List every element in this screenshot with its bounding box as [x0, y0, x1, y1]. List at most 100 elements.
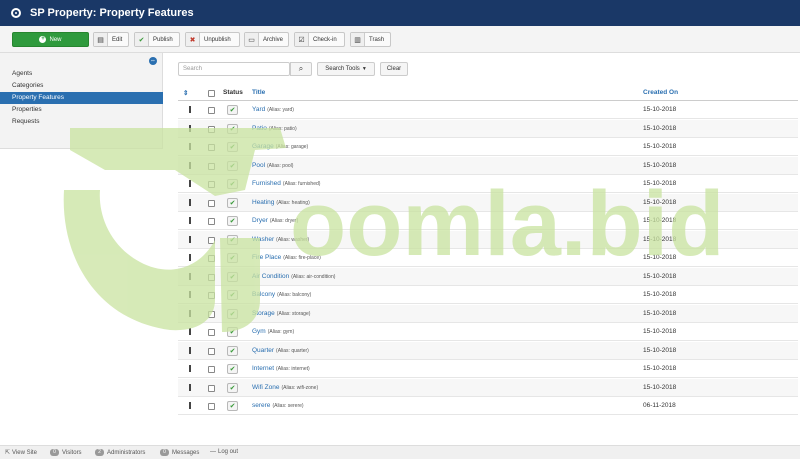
sidebar-item-requests[interactable]: Requests — [0, 116, 163, 128]
drag-handle-icon[interactable] — [189, 383, 191, 391]
drag-handle-icon[interactable] — [189, 217, 191, 224]
row-checkbox[interactable] — [208, 403, 215, 410]
edit-button[interactable]: ▤ Edit — [93, 32, 129, 47]
published-status-icon[interactable]: ✔ — [227, 179, 238, 189]
row-title-link[interactable]: Air Condition (Alias: air-condition) — [252, 273, 335, 280]
sidebar-toggle-icon[interactable]: ⇔ — [149, 57, 157, 65]
search-input[interactable]: Search — [178, 62, 290, 76]
row-title[interactable]: Patio — [252, 125, 267, 132]
row-checkbox[interactable] — [208, 162, 215, 170]
row-checkbox[interactable] — [208, 125, 215, 133]
row-title[interactable]: Dryer — [252, 217, 268, 224]
published-status-icon[interactable]: ✔ — [227, 123, 238, 134]
row-checkbox[interactable] — [208, 218, 215, 225]
ordering-column-header[interactable]: ⇕ — [183, 89, 188, 97]
drag-handle-icon[interactable] — [189, 235, 191, 243]
drag-handle-icon[interactable] — [189, 124, 191, 132]
row-title[interactable]: Washer — [252, 236, 274, 243]
row-checkbox[interactable] — [208, 384, 215, 392]
drag-handle-icon[interactable] — [189, 161, 191, 169]
published-status-icon[interactable]: ✔ — [227, 234, 238, 245]
row-title-link[interactable]: Dryer (Alias: dryer) — [252, 217, 298, 224]
row-title-link[interactable]: Garage (Alias: garage) — [252, 143, 308, 150]
sidebar-item-properties[interactable]: Properties — [0, 104, 163, 116]
published-status-icon[interactable]: ✔ — [227, 271, 238, 282]
sidebar-item-categories[interactable]: Categories — [0, 80, 163, 92]
row-title[interactable]: Garage — [252, 143, 274, 150]
row-title-link[interactable]: Gym (Alias: gym) — [252, 328, 294, 335]
clear-button[interactable]: Clear — [380, 62, 408, 76]
drag-handle-icon[interactable] — [189, 254, 191, 261]
row-checkbox[interactable] — [208, 255, 215, 262]
published-status-icon[interactable]: ✔ — [227, 382, 238, 393]
created-column-header[interactable]: Created On — [643, 89, 678, 96]
row-title[interactable]: Storage — [252, 310, 275, 317]
published-status-icon[interactable]: ✔ — [227, 401, 238, 411]
drag-handle-icon[interactable] — [189, 198, 191, 206]
drag-handle-icon[interactable] — [189, 143, 191, 150]
row-checkbox[interactable] — [208, 292, 215, 299]
title-column-header[interactable]: Title — [252, 89, 265, 96]
row-title[interactable]: Balcony — [252, 291, 275, 298]
row-checkbox[interactable] — [208, 347, 215, 355]
row-title[interactable]: Quarter — [252, 347, 274, 354]
row-title-link[interactable]: Furnished (Alias: furnished) — [252, 180, 320, 187]
row-checkbox[interactable] — [208, 329, 215, 336]
row-title[interactable]: Pool — [252, 162, 265, 169]
row-title-link[interactable]: Storage (Alias: storage) — [252, 310, 310, 317]
row-title-link[interactable]: Heating (Alias: heating) — [252, 199, 310, 206]
view-site-link[interactable]: ⇱ View Site — [5, 449, 37, 457]
row-title-link[interactable]: Internet (Alias: internet) — [252, 365, 310, 372]
row-title-link[interactable]: Patio (Alias: patio) — [252, 125, 297, 132]
published-status-icon[interactable]: ✔ — [227, 364, 238, 374]
logout-link[interactable]: — Log out — [210, 449, 238, 455]
row-title[interactable]: Heating — [252, 199, 274, 206]
drag-handle-icon[interactable] — [189, 328, 191, 335]
published-status-icon[interactable]: ✔ — [227, 197, 238, 208]
published-status-icon[interactable]: ✔ — [227, 253, 238, 263]
row-checkbox[interactable] — [208, 199, 215, 207]
published-status-icon[interactable]: ✔ — [227, 216, 238, 226]
published-status-icon[interactable]: ✔ — [227, 308, 238, 319]
sidebar-item-agents[interactable]: Agents — [0, 68, 163, 80]
row-title-link[interactable]: Washer (Alias: washer) — [252, 236, 309, 243]
search-button[interactable]: ⌕ — [290, 62, 312, 76]
messages-link[interactable]: 0 Messages — [160, 449, 199, 456]
unpublish-button[interactable]: ✖ Unpublish — [185, 32, 240, 47]
publish-button[interactable]: ✔ Publish — [134, 32, 180, 47]
row-checkbox[interactable] — [208, 181, 215, 188]
row-checkbox[interactable] — [208, 107, 215, 114]
drag-handle-icon[interactable] — [189, 291, 191, 298]
drag-handle-icon[interactable] — [189, 309, 191, 317]
drag-handle-icon[interactable] — [189, 180, 191, 187]
row-title[interactable]: serere — [252, 402, 270, 409]
published-status-icon[interactable]: ✔ — [227, 160, 238, 171]
drag-handle-icon[interactable] — [189, 106, 191, 113]
published-status-icon[interactable]: ✔ — [227, 105, 238, 115]
row-checkbox[interactable] — [208, 366, 215, 373]
new-button[interactable]: + New — [12, 32, 89, 47]
row-checkbox[interactable] — [208, 236, 215, 244]
row-title[interactable]: Furnished — [252, 180, 281, 187]
checkin-button[interactable]: ☑ Check-in — [294, 32, 345, 47]
row-title-link[interactable]: Balcony (Alias: balcony) — [252, 291, 311, 298]
row-title-link[interactable]: serere (Alias: serere) — [252, 402, 304, 409]
row-title[interactable]: Fire Place — [252, 254, 281, 261]
published-status-icon[interactable]: ✔ — [227, 345, 238, 356]
row-checkbox[interactable] — [208, 273, 215, 281]
published-status-icon[interactable]: ✔ — [227, 142, 238, 152]
row-title[interactable]: Wifi Zone — [252, 384, 279, 391]
row-checkbox[interactable] — [208, 144, 215, 151]
row-title[interactable]: Gym — [252, 328, 266, 335]
row-title-link[interactable]: Wifi Zone (Alias: wifi-zone) — [252, 384, 318, 391]
row-title-link[interactable]: Yard (Alias: yard) — [252, 106, 294, 113]
row-title-link[interactable]: Fire Place (Alias: fire-place) — [252, 254, 321, 261]
row-title[interactable]: Yard — [252, 106, 265, 113]
drag-handle-icon[interactable] — [189, 346, 191, 354]
row-title-link[interactable]: Quarter (Alias: quarter) — [252, 347, 309, 354]
published-status-icon[interactable]: ✔ — [227, 327, 238, 337]
row-title[interactable]: Air Condition — [252, 273, 289, 280]
drag-handle-icon[interactable] — [189, 365, 191, 372]
drag-handle-icon[interactable] — [189, 402, 191, 409]
row-checkbox[interactable] — [208, 310, 215, 318]
